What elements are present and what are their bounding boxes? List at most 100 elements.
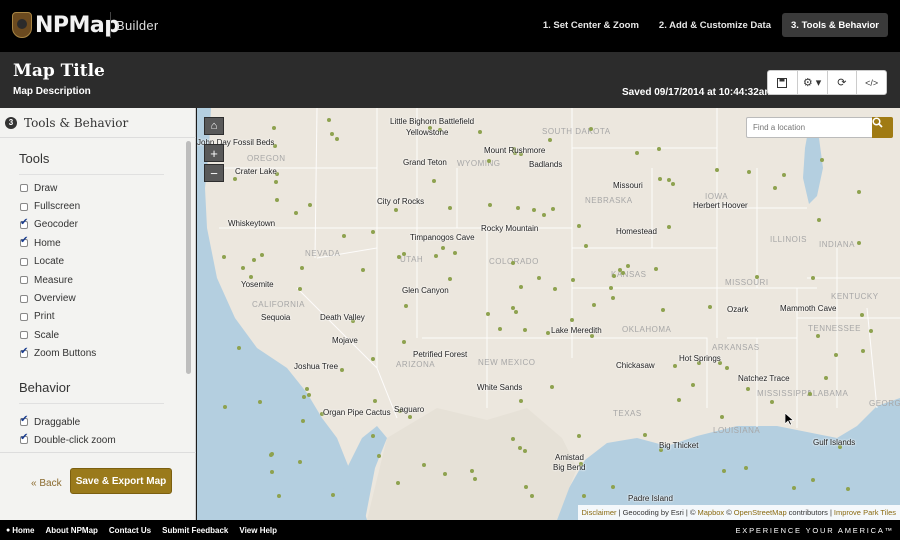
map-canvas[interactable]: SOUTH DAKOTA OREGON WYOMING NEBRASKA IOW… (197, 108, 900, 520)
zoom-in-button[interactable]: + (204, 144, 224, 162)
park-label[interactable]: Grand Teton (403, 158, 447, 167)
park-marker[interactable] (833, 353, 838, 358)
park-marker[interactable] (341, 233, 346, 238)
save-export-button[interactable]: Save & Export Map (70, 468, 172, 494)
park-marker[interactable] (676, 398, 681, 403)
park-label[interactable]: Mount Rushmore (484, 146, 545, 155)
settings-button[interactable]: ⚙ ▾ (798, 71, 828, 94)
sidebar-scrollbar[interactable] (186, 141, 191, 374)
tool-checkbox[interactable] (20, 257, 28, 266)
disclaimer-link[interactable]: Disclaimer (582, 508, 617, 517)
code-button[interactable]: </> (857, 71, 886, 94)
park-marker[interactable] (236, 346, 241, 351)
zoom-out-button[interactable]: − (204, 164, 224, 182)
park-label[interactable]: Padre Island (628, 494, 673, 503)
park-marker[interactable] (240, 265, 245, 270)
park-label[interactable]: Petrified Forest (413, 350, 467, 359)
tool-option[interactable]: Scale (20, 326, 196, 344)
park-marker[interactable] (537, 275, 542, 280)
save-button[interactable] (768, 71, 798, 94)
park-marker[interactable] (361, 267, 366, 272)
park-label[interactable]: Yosemite (241, 280, 274, 289)
park-label[interactable]: Glen Canyon (402, 286, 449, 295)
park-marker[interactable] (393, 207, 398, 212)
park-marker[interactable] (820, 157, 825, 162)
park-marker[interactable] (611, 274, 616, 279)
park-marker[interactable] (421, 462, 426, 467)
park-label[interactable]: Amistad (555, 453, 584, 462)
park-marker[interactable] (576, 433, 581, 438)
park-marker[interactable] (588, 127, 593, 132)
footer-home-link[interactable]: ● Home (6, 526, 34, 535)
tool-option[interactable]: Zoom Buttons (20, 345, 196, 363)
sidebar-scroll-area[interactable]: Tools Draw Fullscreen Geocoder Home Locate Me… (0, 139, 196, 451)
park-label[interactable]: Hot Springs (679, 354, 721, 363)
park-marker[interactable] (257, 399, 262, 404)
tool-option[interactable]: Print (20, 308, 196, 326)
location-search-input[interactable] (746, 117, 873, 138)
park-marker[interactable] (440, 245, 445, 250)
park-label[interactable]: Yellowstone (406, 128, 448, 137)
park-marker[interactable] (667, 224, 672, 229)
park-label[interactable]: Rocky Mountain (481, 224, 538, 233)
tool-checkbox[interactable] (20, 312, 28, 321)
park-label[interactable]: Missouri (613, 181, 643, 190)
tool-checkbox[interactable] (20, 276, 28, 285)
park-label[interactable]: City of Rocks (377, 197, 424, 206)
tool-checkbox[interactable] (20, 346, 28, 358)
park-marker[interactable] (274, 197, 279, 202)
step-tools-behavior[interactable]: 3. Tools & Behavior (782, 13, 888, 37)
park-marker[interactable] (376, 453, 381, 458)
park-marker[interactable] (620, 270, 625, 275)
behavior-option[interactable]: Double-click zoom (20, 431, 196, 449)
park-marker[interactable] (610, 296, 615, 301)
openstreetmap-link[interactable]: OpenStreetMap (734, 508, 787, 517)
park-label[interactable]: Ozark (727, 305, 748, 314)
park-marker[interactable] (447, 276, 452, 281)
park-marker[interactable] (443, 471, 448, 476)
park-label[interactable]: Natchez Trace (738, 374, 790, 383)
park-label[interactable]: Gulf Islands (813, 438, 855, 447)
park-marker[interactable] (271, 125, 276, 130)
park-marker[interactable] (396, 254, 401, 259)
park-label[interactable]: Organ Pipe Cactus (323, 408, 391, 417)
tool-checkbox[interactable] (20, 331, 28, 340)
park-label[interactable]: Mammoth Cave (780, 304, 836, 313)
park-marker[interactable] (660, 307, 665, 312)
park-marker[interactable] (518, 284, 523, 289)
tool-option[interactable]: Fullscreen (20, 197, 196, 215)
footer-feedback-link[interactable]: Submit Feedback (162, 526, 228, 535)
park-marker[interactable] (273, 179, 278, 184)
park-marker[interactable] (404, 303, 409, 308)
park-marker[interactable] (707, 304, 712, 309)
park-marker[interactable] (690, 383, 695, 388)
park-marker[interactable] (268, 452, 273, 457)
park-label[interactable]: Saguaro (394, 405, 424, 414)
step-add-customize-data[interactable]: 2. Add & Customize Data (650, 13, 780, 37)
park-label[interactable]: Homestead (616, 227, 657, 236)
park-marker[interactable] (583, 243, 588, 248)
park-marker[interactable] (670, 182, 675, 187)
park-marker[interactable] (635, 150, 640, 155)
park-marker[interactable] (470, 468, 475, 473)
park-label[interactable]: Whiskeytown (228, 219, 275, 228)
park-label[interactable]: Big Bend (553, 463, 585, 472)
npmap-logo[interactable]: NPMap (12, 11, 120, 39)
tool-checkbox[interactable] (20, 294, 28, 303)
tool-checkbox[interactable] (20, 184, 28, 193)
park-marker[interactable] (331, 492, 336, 497)
park-marker[interactable] (746, 169, 751, 174)
search-button[interactable] (872, 117, 893, 138)
tool-option[interactable]: Measure (20, 271, 196, 289)
tool-option[interactable]: Overview (20, 289, 196, 307)
park-label[interactable]: Lake Meredith (551, 326, 602, 335)
park-marker[interactable] (522, 328, 527, 333)
park-marker[interactable] (370, 433, 375, 438)
park-marker[interactable] (714, 168, 719, 173)
footer-about-link[interactable]: About NPMap (45, 526, 97, 535)
park-marker[interactable] (297, 286, 302, 291)
park-marker[interactable] (497, 327, 502, 332)
park-label[interactable]: Mojave (332, 336, 358, 345)
refresh-button[interactable]: ⟳ (828, 71, 858, 94)
improve-park-tiles-link[interactable]: Improve Park Tiles (834, 508, 896, 517)
